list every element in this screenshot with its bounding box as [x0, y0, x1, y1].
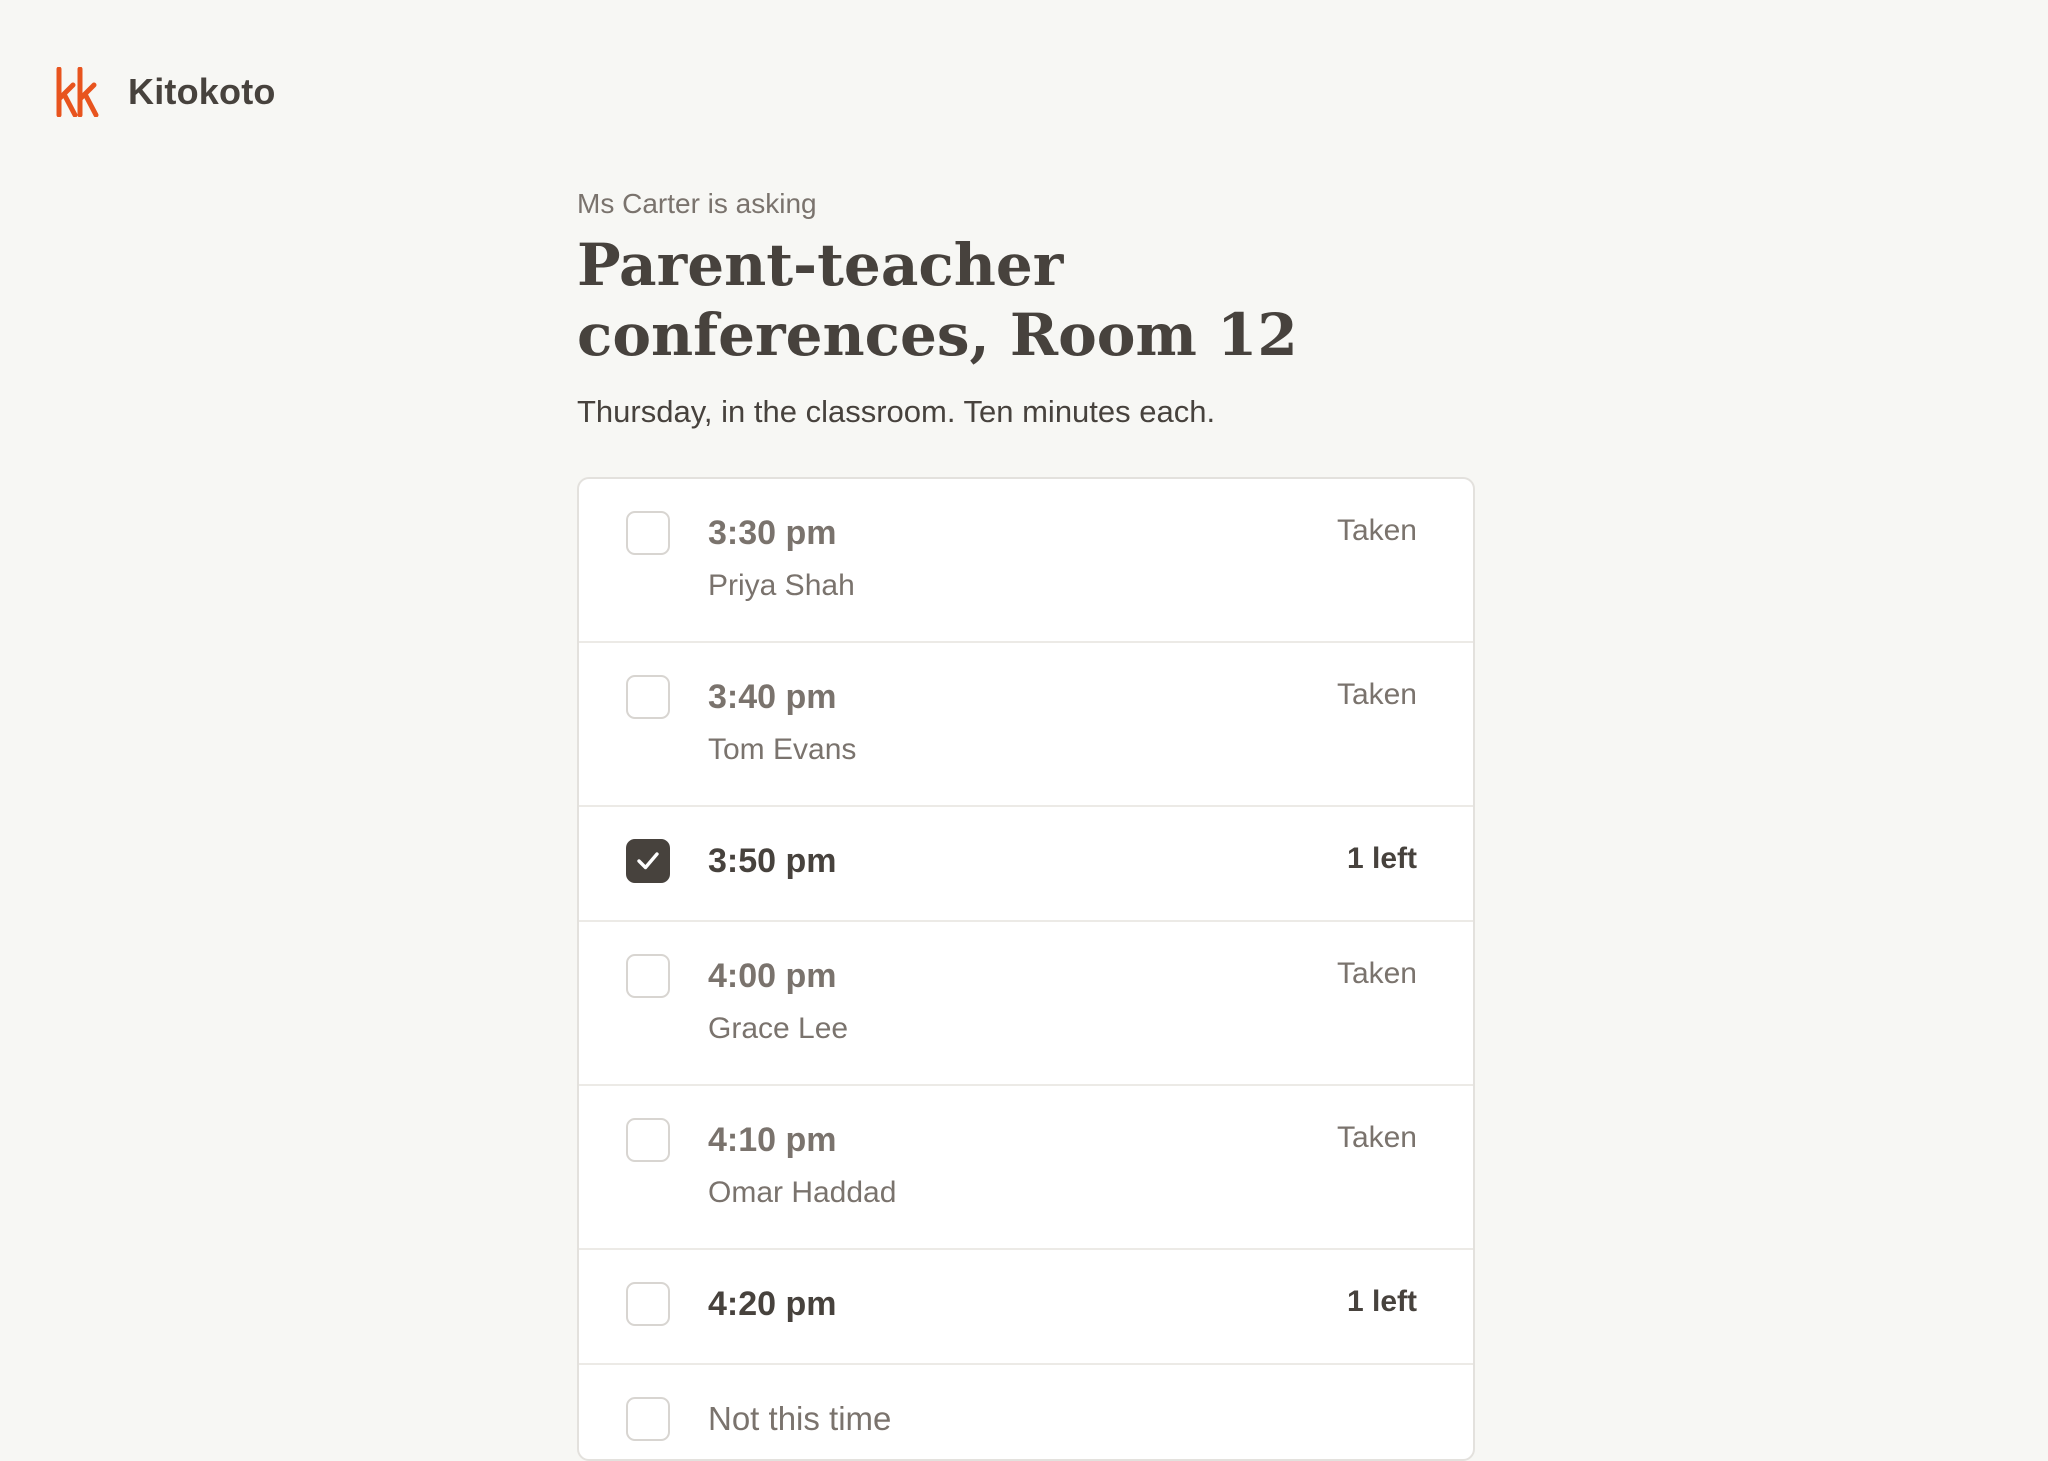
brand-header: Kitokoto: [54, 64, 276, 120]
slot-checkbox[interactable]: [626, 1282, 670, 1326]
slot-option[interactable]: 4:10 pm Omar Haddad Taken: [579, 1086, 1473, 1250]
slot-status: 1 left: [1346, 1285, 1417, 1318]
slot-booked-name: Priya Shah: [708, 569, 855, 602]
poll-asker: Ms Carter is asking: [577, 188, 817, 219]
slot-checkbox[interactable]: [626, 675, 670, 719]
decline-label: Not this time: [708, 1400, 892, 1437]
slot-status: Taken: [1336, 957, 1417, 990]
slot-time: 3:30 pm: [708, 514, 837, 552]
kk-logo-icon: [56, 67, 99, 117]
poll-header: Ms Carter is asking Parent-teacher confe…: [577, 186, 1473, 432]
slot-option[interactable]: 3:30 pm Priya Shah Taken: [579, 479, 1473, 643]
slot-checkbox[interactable]: [626, 954, 670, 998]
slot-checkbox[interactable]: [626, 511, 670, 555]
slot-time: 4:10 pm: [708, 1121, 837, 1159]
slot-time: 4:00 pm: [708, 957, 837, 995]
slot-option[interactable]: 4:20 pm 1 left: [579, 1250, 1473, 1365]
slot-status: 1 left: [1346, 842, 1417, 875]
poll-subtitle: Thursday, in the classroom. Ten minutes …: [577, 394, 1216, 429]
slot-status: Taken: [1336, 514, 1417, 547]
decline-option[interactable]: Not this time: [579, 1365, 1473, 1459]
brand-name: Kitokoto: [128, 71, 276, 112]
slot-status: Taken: [1336, 1121, 1417, 1154]
decline-checkbox[interactable]: [626, 1397, 670, 1441]
slot-checkbox[interactable]: [626, 1118, 670, 1162]
checkmark-icon: [637, 852, 659, 870]
slot-option[interactable]: 3:50 pm 1 left: [579, 807, 1473, 922]
slot-booked-name: Tom Evans: [708, 733, 857, 766]
poll-title: Parent-teacher conferences, Room 12: [577, 231, 1298, 369]
slot-checkbox[interactable]: [626, 839, 670, 883]
slot-booked-name: Omar Haddad: [708, 1176, 897, 1209]
slot-option[interactable]: 3:40 pm Tom Evans Taken: [579, 643, 1473, 807]
slot-booked-name: Grace Lee: [708, 1012, 849, 1045]
slot-time: 4:20 pm: [708, 1285, 837, 1323]
slot-list: 3:30 pm Priya Shah Taken 3:40 pm Tom Eva…: [577, 477, 1475, 1461]
slot-time: 3:50 pm: [708, 842, 837, 880]
slot-status: Taken: [1336, 678, 1417, 711]
slot-option[interactable]: 4:00 pm Grace Lee Taken: [579, 922, 1473, 1086]
slot-time: 3:40 pm: [708, 678, 837, 716]
